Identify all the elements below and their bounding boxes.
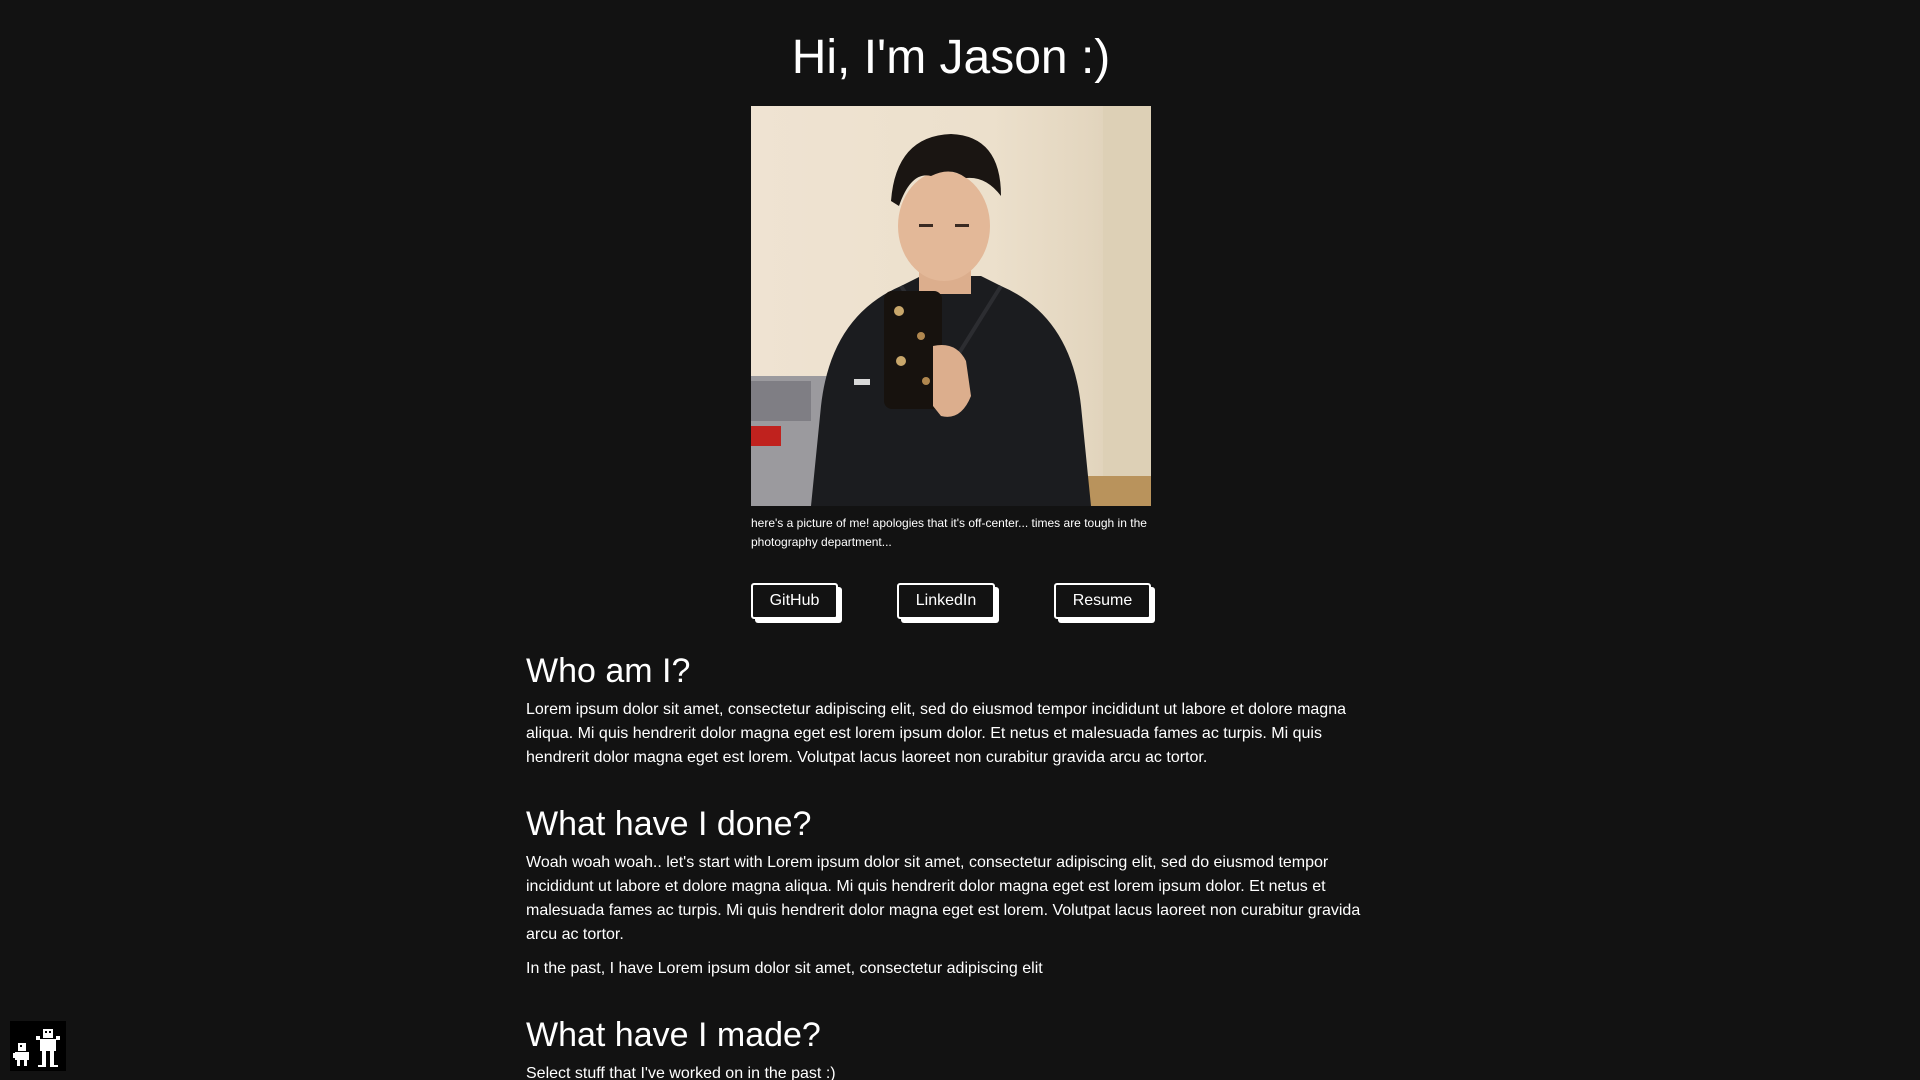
section-paragraph: In the past, I have Lorem ipsum dolor si…: [526, 960, 1043, 977]
page: Hi, I'm Jason :) here's a picture of me!…: [0, 0, 1920, 1080]
resume-button[interactable]: Resume: [1054, 583, 1151, 619]
pixel-art-character-icon[interactable]: [10, 1021, 66, 1071]
section-paragraph: Select stuff that I've worked on in the …: [526, 1065, 836, 1080]
section-heading: Who am I?: [526, 652, 691, 690]
profile-photo: [751, 106, 1151, 506]
section-paragraph: Lorem ipsum dolor sit amet, consectetur …: [526, 701, 1346, 766]
section-heading: What have I done?: [526, 805, 812, 843]
section-heading: What have I made?: [526, 1016, 821, 1054]
photo-caption: here's a picture of me! apologies that i…: [751, 516, 1147, 549]
linkedin-button[interactable]: LinkedIn: [897, 583, 995, 619]
what-have-i-done-section: What have I done? Woah woah woah.. let's…: [526, 803, 1376, 981]
page-title: Hi, I'm Jason :): [791, 31, 1111, 84]
github-button[interactable]: GitHub: [751, 583, 838, 619]
who-am-i-section: Who am I? Lorem ipsum dolor sit amet, co…: [526, 650, 1376, 770]
what-have-i-made-section: What have I made? Select stuff that I've…: [526, 1014, 1376, 1080]
section-paragraph: Woah woah woah.. let's start with Lorem …: [526, 854, 1361, 943]
